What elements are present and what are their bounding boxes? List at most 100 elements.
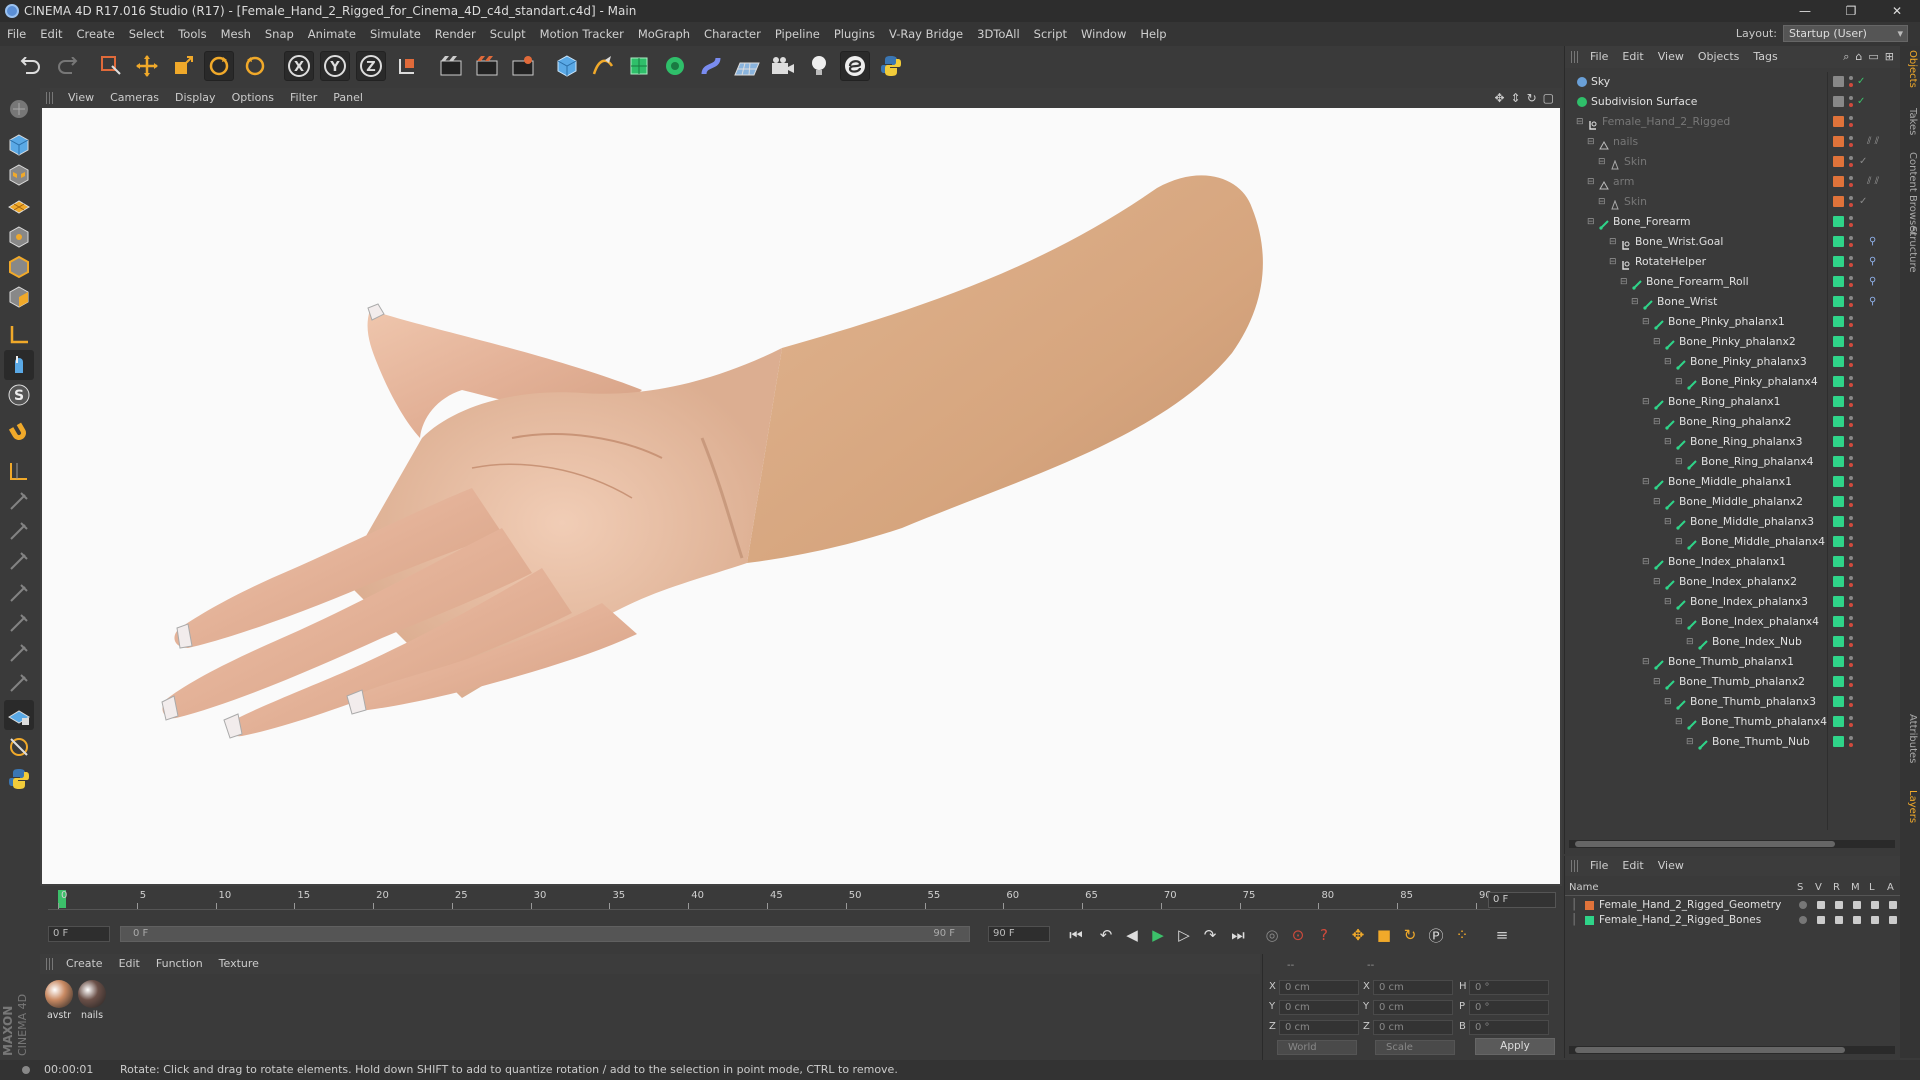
go-to-start-icon[interactable]: ⏮ <box>1064 923 1088 947</box>
object-row[interactable]: ⊟ RotateHelper ⚲ <box>1565 252 1901 272</box>
magnet-icon[interactable] <box>4 418 34 448</box>
brush-tool-7-icon[interactable] <box>4 668 34 698</box>
tree-expand-icon[interactable]: ⊟ <box>1609 232 1617 252</box>
brush-tool-4-icon[interactable] <box>4 578 34 608</box>
object-row[interactable]: ⊟ Bone_Thumb_phalanx3 <box>1565 692 1901 712</box>
side-tab-objects[interactable]: Objects <box>1902 50 1918 88</box>
object-row[interactable]: ⊟ Skin ✓ <box>1565 152 1901 172</box>
menu-item-window[interactable]: Window <box>1074 22 1133 46</box>
render-visibility-dot[interactable] <box>1849 663 1853 667</box>
viewport-rotate-icon[interactable]: ↻ <box>1527 91 1537 105</box>
model-mode-icon[interactable] <box>4 130 34 160</box>
menu-item-file[interactable]: File <box>0 22 33 46</box>
layer-render-toggle-icon[interactable] <box>1835 901 1843 909</box>
object-row[interactable]: ⊟ Bone_Index_phalanx4 <box>1565 612 1901 632</box>
panel-grip-icon[interactable] <box>1571 860 1579 872</box>
layer-color-swatch[interactable] <box>1833 356 1844 367</box>
editor-visibility-dot[interactable] <box>1849 456 1853 460</box>
redo-button[interactable] <box>52 51 82 81</box>
layer-color-swatch[interactable] <box>1833 336 1844 347</box>
editor-visibility-dot[interactable] <box>1849 396 1853 400</box>
object-row[interactable]: Sky ✓ <box>1565 72 1901 92</box>
viewport-menu-cameras[interactable]: Cameras <box>102 88 167 108</box>
layer-menu-view[interactable]: View <box>1651 856 1691 876</box>
key-pla-icon[interactable]: ⁘ <box>1450 923 1474 947</box>
coordinate-mode-dropdown[interactable]: World <box>1277 1040 1357 1055</box>
render-settings-icon[interactable] <box>508 51 538 81</box>
layer-color-swatch[interactable] <box>1833 76 1844 87</box>
editor-visibility-dot[interactable] <box>1849 136 1853 140</box>
start-frame-field[interactable]: 0 F <box>48 926 110 942</box>
render-visibility-dot[interactable] <box>1849 223 1853 227</box>
recent-tool-icon[interactable] <box>240 51 270 81</box>
menu-item-v-ray-bridge[interactable]: V-Ray Bridge <box>882 22 970 46</box>
tree-expand-icon[interactable]: ⊟ <box>1664 512 1672 532</box>
viewport-zoom-icon[interactable]: ⇕ <box>1511 91 1521 105</box>
end-frame-field[interactable]: 90 F <box>988 926 1050 942</box>
tree-expand-icon[interactable]: ⊟ <box>1653 492 1661 512</box>
panel-grip-icon[interactable] <box>1571 51 1579 63</box>
layer-column-m[interactable]: M <box>1851 882 1860 893</box>
key-parameter-icon[interactable]: Ⓟ <box>1424 923 1448 947</box>
editor-visibility-dot[interactable] <box>1849 516 1853 520</box>
layer-color-swatch[interactable] <box>1833 456 1844 467</box>
menu-item-3dtoall[interactable]: 3DToAll <box>970 22 1027 46</box>
layer-menu-file[interactable]: File <box>1583 856 1615 876</box>
tree-expand-icon[interactable]: ⊟ <box>1675 372 1683 392</box>
tree-expand-icon[interactable]: ⊟ <box>1587 132 1595 152</box>
viewport-move-icon[interactable]: ✥ <box>1494 91 1504 105</box>
menu-item-motion-tracker[interactable]: Motion Tracker <box>533 22 631 46</box>
object-horizontal-scrollbar[interactable] <box>1569 840 1895 848</box>
ik-tag-icon[interactable]: ⚲ <box>1869 232 1876 252</box>
layer-menu-edit[interactable]: Edit <box>1615 856 1650 876</box>
tree-expand-icon[interactable]: ⊟ <box>1576 112 1584 132</box>
editor-visibility-dot[interactable] <box>1849 236 1853 240</box>
material-menu-texture[interactable]: Texture <box>211 954 267 974</box>
deformer-icon[interactable] <box>696 51 726 81</box>
object-row[interactable]: ⊟ Bone_Forearm <box>1565 212 1901 232</box>
menu-item-render[interactable]: Render <box>428 22 483 46</box>
brush-tool-3-icon[interactable] <box>4 546 34 576</box>
object-row[interactable]: ⊟ Bone_Middle_phalanx3 <box>1565 512 1901 532</box>
editor-visibility-dot[interactable] <box>1849 536 1853 540</box>
make-editable-icon[interactable] <box>4 94 34 124</box>
editor-visibility-dot[interactable] <box>1849 156 1853 160</box>
layer-animation-toggle-icon[interactable] <box>1889 916 1897 924</box>
render-visibility-dot[interactable] <box>1849 703 1853 707</box>
skin-tag-icon[interactable]: ✓ <box>1859 152 1867 172</box>
editor-visibility-dot[interactable] <box>1849 556 1853 560</box>
editor-visibility-dot[interactable] <box>1849 596 1853 600</box>
render-visibility-dot[interactable] <box>1849 183 1853 187</box>
symmetry-icon[interactable] <box>4 456 34 486</box>
layer-solo-toggle-icon[interactable] <box>1799 901 1807 909</box>
side-tab-structure[interactable]: Structure <box>1902 226 1918 273</box>
render-visibility-dot[interactable] <box>1849 623 1853 627</box>
object-row[interactable]: ⊟ Bone_Ring_phalanx3 <box>1565 432 1901 452</box>
layer-color-swatch[interactable] <box>1833 136 1844 147</box>
viewport-canvas[interactable] <box>42 108 1560 884</box>
side-tab-attributes[interactable]: Attributes <box>1902 714 1918 763</box>
tree-expand-icon[interactable]: ⊟ <box>1675 712 1683 732</box>
menu-item-mesh[interactable]: Mesh <box>214 22 258 46</box>
editor-visibility-dot[interactable] <box>1849 636 1853 640</box>
render-visibility-dot[interactable] <box>1849 483 1853 487</box>
render-visibility-dot[interactable] <box>1849 123 1853 127</box>
render-visibility-dot[interactable] <box>1849 83 1853 87</box>
preview-range-slider[interactable]: 0 F 90 F <box>120 926 970 942</box>
timeline-ruler[interactable]: 0 5 10 15 20 25 30 35 40 45 50 55 60 65 70 75 80 85 90 <box>48 888 1492 910</box>
editor-visibility-dot[interactable] <box>1849 476 1853 480</box>
tree-expand-icon[interactable]: ⊟ <box>1620 272 1628 292</box>
layer-color-swatch[interactable] <box>1833 96 1844 107</box>
editor-visibility-dot[interactable] <box>1849 436 1853 440</box>
tag-icons[interactable]: ⫽ ⫽ <box>1867 132 1879 152</box>
coord-rotation-field[interactable]: 0 ° <box>1469 1000 1549 1015</box>
python-icon[interactable] <box>4 764 34 794</box>
tree-expand-icon[interactable]: ⊟ <box>1675 532 1683 552</box>
undo-button[interactable] <box>16 51 46 81</box>
next-frame-icon[interactable]: ▷ <box>1172 923 1196 947</box>
keyframe-selection-icon[interactable]: ? <box>1312 923 1336 947</box>
timeline-menu-icon[interactable]: ≡ <box>1490 923 1514 947</box>
layer-color-swatch[interactable] <box>1833 576 1844 587</box>
render-visibility-dot[interactable] <box>1849 163 1853 167</box>
tree-expand-icon[interactable]: ⊟ <box>1653 672 1661 692</box>
